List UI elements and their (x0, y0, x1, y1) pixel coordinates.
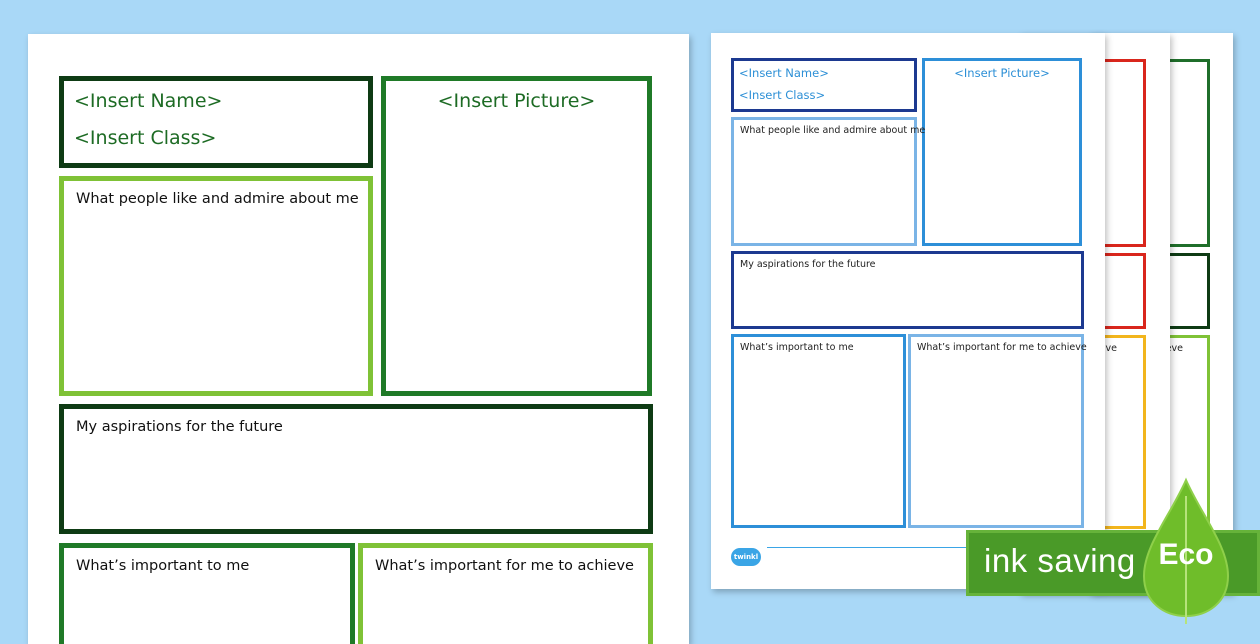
front-aspirations-label: My aspirations for the future (740, 259, 876, 270)
front-achieve-box[interactable]: What’s important for me to achieve (908, 334, 1087, 528)
front-class-placeholder: <Insert Class> (739, 88, 826, 102)
front-admire-box[interactable]: What people like and admire about me (731, 117, 925, 246)
main-class-placeholder: <Insert Class> (74, 127, 217, 149)
main-picture-box[interactable]: <Insert Picture> (381, 76, 652, 396)
eco-label: Eco (1158, 538, 1214, 571)
front-important-box[interactable]: What’s important to me (731, 334, 906, 528)
front-picture-box[interactable]: <Insert Picture> (922, 58, 1082, 246)
main-achieve-label: What’s important for me to achieve (375, 558, 634, 574)
main-name-placeholder: <Insert Name> (74, 90, 223, 112)
ink-saving-text: ink saving (984, 542, 1136, 579)
main-important-box[interactable]: What’s important to me (59, 543, 355, 644)
main-sheet-green: <Insert Name> <Insert Class> <Insert Pic… (28, 34, 689, 644)
twinkl-logo: twinkl (731, 548, 761, 566)
front-important-label: What’s important to me (740, 342, 854, 353)
main-picture-placeholder: <Insert Picture> (437, 90, 596, 112)
main-important-label: What’s important to me (76, 558, 250, 574)
front-picture-placeholder: <Insert Picture> (954, 66, 1050, 80)
main-admire-label: What people like and admire about me (76, 191, 359, 207)
main-admire-box[interactable]: What people like and admire about me (59, 176, 373, 396)
front-achieve-label: What’s important for me to achieve (917, 342, 1087, 353)
main-aspirations-box[interactable]: My aspirations for the future (59, 404, 653, 534)
front-aspirations-box[interactable]: My aspirations for the future (731, 251, 1084, 329)
main-achieve-box[interactable]: What’s important for me to achieve (358, 543, 653, 644)
main-name-box[interactable]: <Insert Name> <Insert Class> (59, 76, 373, 168)
front-sheet-blue: <Insert Name> <Insert Class> <Insert Pic… (711, 33, 1105, 589)
main-aspirations-label: My aspirations for the future (76, 419, 283, 435)
front-name-placeholder: <Insert Name> (739, 66, 829, 80)
front-admire-label: What people like and admire about me (740, 125, 926, 136)
front-name-box: <Insert Name> <Insert Class> (731, 58, 917, 112)
